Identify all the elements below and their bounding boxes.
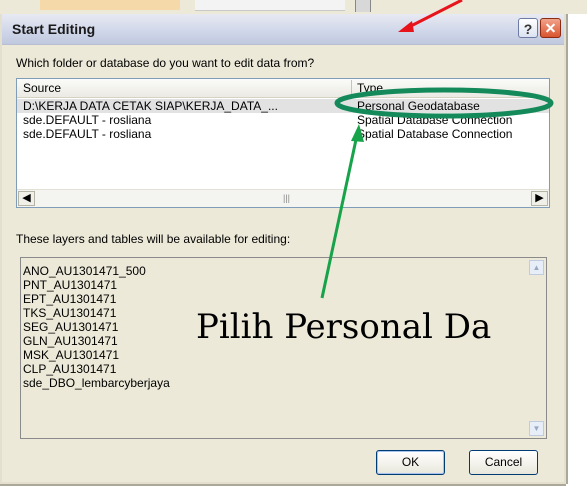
source-question-label: Which folder or database do you want to … (16, 56, 315, 70)
close-button[interactable] (540, 18, 561, 38)
list-item: PNT_AU1301471 (23, 278, 118, 292)
background-window-strip (0, 0, 587, 14)
start-editing-dialog: Start Editing ? Which folder or database… (0, 14, 566, 484)
annotation-caption: Pilih Personal Da (196, 307, 492, 347)
table-row[interactable]: D:\KERJA DATA CETAK SIAP\KERJA_DATA_... … (17, 99, 549, 113)
column-divider[interactable] (351, 80, 352, 96)
list-item: SEG_AU1301471 (23, 320, 119, 334)
source-table: Source Type D:\KERJA DATA CETAK SIAP\KER… (16, 78, 550, 208)
help-button[interactable]: ? (518, 18, 538, 38)
table-header: Source Type (17, 79, 549, 98)
layers-list: ANO_AU1301471_500 PNT_AU1301471 EPT_AU13… (20, 257, 547, 439)
scroll-left-icon[interactable]: ◀ (18, 191, 35, 206)
scrollbar-grip-icon: ||| (283, 193, 291, 203)
list-item: sde_DBO_lembarcyberjaya (23, 376, 170, 390)
list-item: EPT_AU1301471 (23, 292, 117, 306)
list-item: CLP_AU1301471 (23, 362, 117, 376)
column-header-type[interactable]: Type (357, 81, 383, 95)
ok-button[interactable]: OK (376, 450, 445, 475)
scroll-right-icon[interactable]: ▶ (531, 191, 548, 206)
table-row[interactable]: sde.DEFAULT - rosliana Spatial Database … (17, 127, 549, 141)
background-scrollbar-fragment (355, 0, 371, 12)
row-source: sde.DEFAULT - rosliana (23, 113, 152, 127)
row-source: sde.DEFAULT - rosliana (23, 127, 152, 141)
background-toolbar-fragment (40, 0, 180, 10)
row-type: Personal Geodatabase (357, 99, 480, 113)
vertical-scrollbar[interactable]: ▲ ▼ (528, 258, 546, 438)
list-item: GLN_AU1301471 (23, 334, 118, 348)
horizontal-scrollbar[interactable]: ◀ ||| ▶ (17, 189, 549, 207)
background-panel-fragment (195, 0, 345, 11)
row-type: Spatial Database Connection (357, 127, 513, 141)
list-item: MSK_AU1301471 (23, 348, 120, 362)
cancel-button[interactable]: Cancel (469, 450, 538, 475)
list-item: TKS_AU1301471 (23, 306, 117, 320)
dialog-titlebar[interactable]: Start Editing ? (2, 14, 564, 45)
list-item: ANO_AU1301471_500 (23, 264, 146, 278)
scroll-down-icon[interactable]: ▼ (529, 421, 544, 436)
available-layers-label: These layers and tables will be availabl… (16, 232, 291, 246)
row-type: Spatial Database Connection (357, 113, 513, 127)
table-row[interactable]: sde.DEFAULT - rosliana Spatial Database … (17, 113, 549, 127)
dialog-title: Start Editing (12, 21, 96, 37)
row-source: D:\KERJA DATA CETAK SIAP\KERJA_DATA_... (23, 99, 278, 113)
scroll-up-icon[interactable]: ▲ (529, 260, 544, 275)
column-header-source[interactable]: Source (23, 81, 61, 95)
